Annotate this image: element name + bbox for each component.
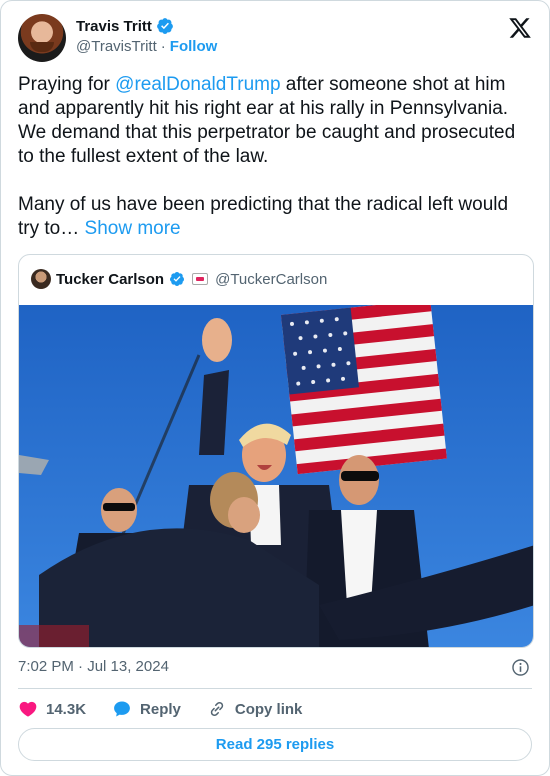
heart-icon <box>19 701 37 717</box>
divider <box>18 688 532 689</box>
quoted-photo[interactable] <box>19 305 534 648</box>
info-icon[interactable] <box>511 658 530 677</box>
tweet-timestamp[interactable]: 7:02 PM · Jul 13, 2024 <box>18 658 169 675</box>
show-more-link[interactable]: Show more <box>85 218 181 239</box>
verified-badge-icon <box>156 18 173 34</box>
link-icon <box>210 701 224 717</box>
speech-bubble-icon <box>114 701 130 717</box>
author-avatar[interactable] <box>18 14 66 62</box>
quoted-author-handle: @TuckerCarlson <box>215 270 328 288</box>
reply-button[interactable]: Reply <box>112 699 181 719</box>
quoted-author-name: Tucker Carlson <box>56 270 165 288</box>
tweet-paragraph-2: Many of us have been predicting that the… <box>18 193 534 241</box>
tweet-text-part: Praying for <box>18 74 116 95</box>
tweet-actions: 14.3K Reply Copy link <box>18 697 328 721</box>
mention-link[interactable]: @realDonaldTrump <box>115 74 280 95</box>
reply-label: Reply <box>140 700 181 718</box>
follow-button[interactable]: Follow <box>170 38 218 55</box>
author-handle-row: @TravisTritt · Follow <box>76 38 217 55</box>
quoted-tweet[interactable]: Tucker Carlson @TuckerCarlson <box>18 254 534 648</box>
embedded-tweet-card: Travis Tritt @TravisTritt · Follow Prayi… <box>0 0 550 776</box>
x-logo-icon[interactable] <box>508 16 532 40</box>
copy-link-button[interactable]: Copy link <box>207 699 303 719</box>
author-handle[interactable]: @TravisTritt <box>76 38 157 55</box>
quoted-tweet-header: Tucker Carlson @TuckerCarlson <box>31 267 327 291</box>
verified-badge-icon <box>170 272 185 286</box>
tweet-header: Travis Tritt @TravisTritt · Follow <box>18 14 532 64</box>
copy-link-label: Copy link <box>234 700 303 718</box>
quoted-author-avatar <box>31 269 51 289</box>
tweet-text: Praying for @realDonaldTrump after someo… <box>18 73 534 241</box>
author-info: Travis Tritt @TravisTritt · Follow <box>76 17 217 56</box>
read-replies-button[interactable]: Read 295 replies <box>18 728 532 761</box>
like-count: 14.3K <box>46 700 87 718</box>
author-name-row: Travis Tritt <box>76 17 217 35</box>
like-button[interactable]: 14.3K <box>18 699 86 719</box>
handle-separator: · <box>160 38 166 55</box>
affiliate-badge-icon <box>192 273 209 285</box>
tweet-paragraph-1: Praying for @realDonaldTrump after someo… <box>18 73 534 169</box>
author-name[interactable]: Travis Tritt <box>76 18 152 35</box>
